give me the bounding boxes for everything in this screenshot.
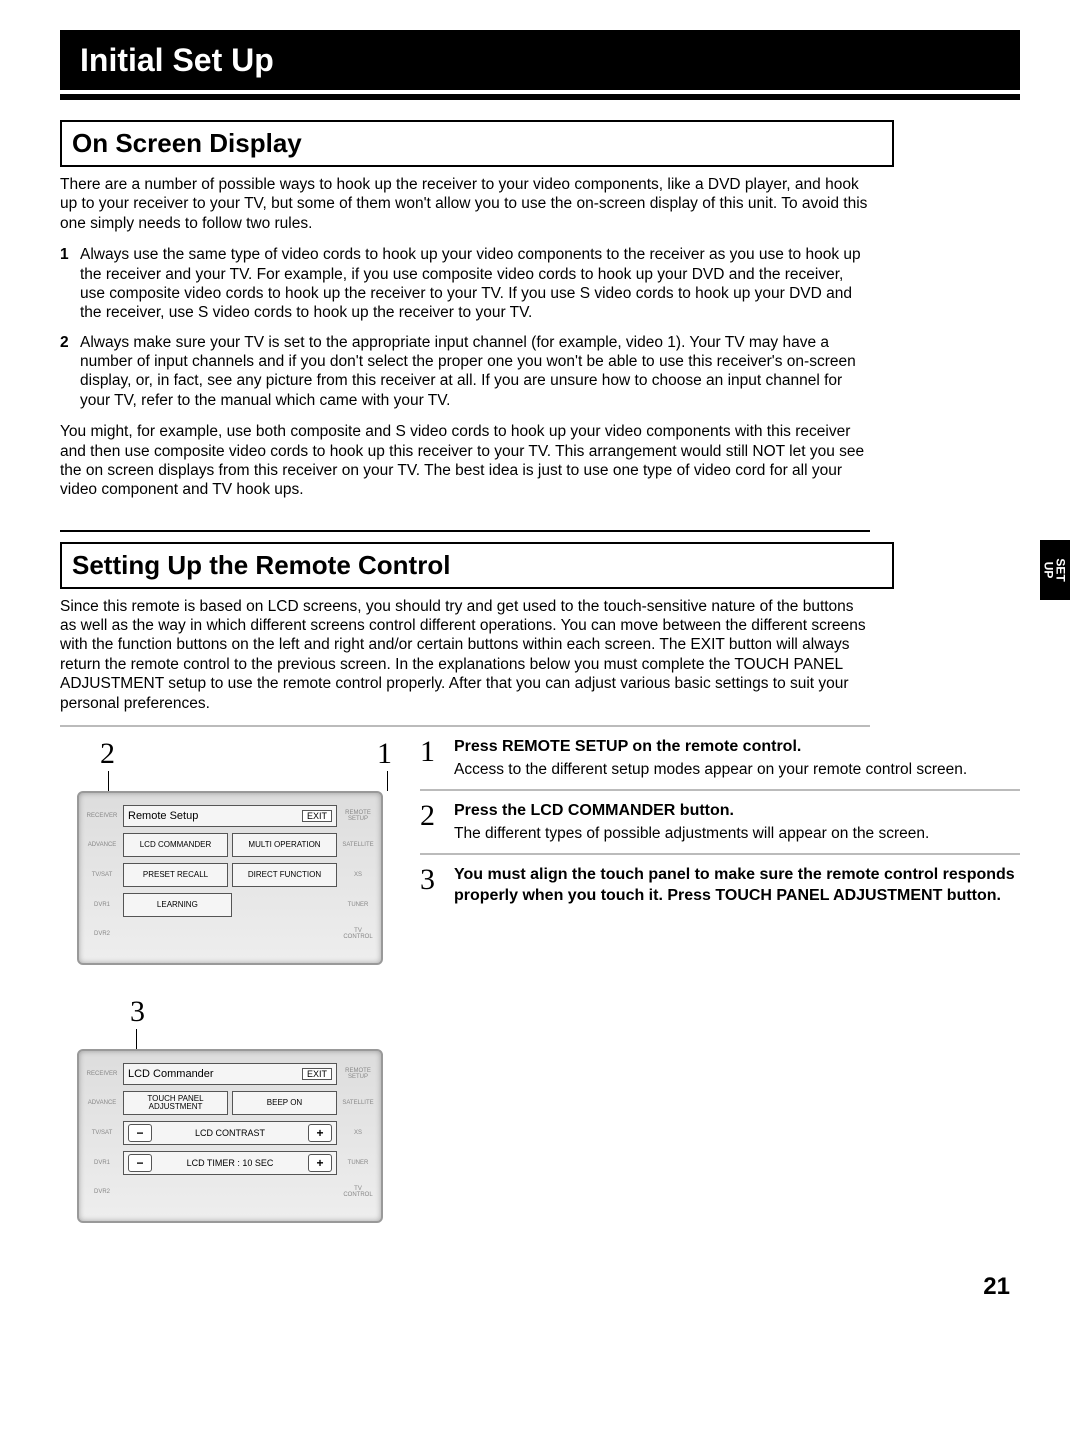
step-title: You must align the touch panel to make s…: [454, 865, 1020, 907]
page-title: Initial Set Up: [80, 42, 274, 79]
section-heading-osd: On Screen Display: [72, 128, 882, 159]
callout-numbers: 2 1: [60, 737, 400, 771]
screen-title-bar: LCD Commander EXIT: [123, 1063, 337, 1085]
osd-rules-list: 1 Always use the same type of video cord…: [60, 245, 870, 410]
step-1: 1 Press REMOTE SETUP on the remote contr…: [420, 737, 1020, 779]
callout-line: [387, 771, 388, 791]
side-label: DVR1: [85, 1152, 119, 1174]
page-number: 21: [60, 1273, 1020, 1301]
side-label: ADVANCE: [85, 834, 119, 856]
step-body: Access to the different setup modes appe…: [454, 760, 967, 779]
side-label: REMOTE SETUP: [341, 805, 375, 827]
step-number: 3: [420, 865, 442, 907]
learning-button[interactable]: LEARNING: [123, 893, 232, 917]
preset-recall-button[interactable]: PRESET RECALL: [123, 863, 228, 887]
gray-divider: [420, 853, 1020, 855]
side-label: DVR1: [85, 894, 119, 916]
plus-button[interactable]: +: [308, 1154, 332, 1172]
minus-button[interactable]: −: [128, 1154, 152, 1172]
remote-screen-setup: RECEIVER Remote Setup EXIT REMOTE SETUP …: [77, 791, 383, 965]
side-label: TV CONTROL: [341, 1181, 375, 1203]
side-label: ADVANCE: [85, 1092, 119, 1114]
callout-1: 1: [377, 737, 392, 771]
side-label: DVR2: [85, 1181, 119, 1203]
callout-3: 3: [60, 995, 400, 1029]
side-label: TV CONTROL: [341, 923, 375, 945]
osd-intro: There are a number of possible ways to h…: [60, 175, 870, 233]
section-heading-box: On Screen Display: [60, 120, 894, 167]
gray-divider: [420, 789, 1020, 791]
beep-on-button[interactable]: BEEP ON: [232, 1091, 337, 1115]
list-item: 2 Always make sure your TV is set to the…: [60, 333, 870, 411]
callout-2: 2: [100, 737, 115, 771]
screen-title: LCD Commander: [128, 1068, 214, 1080]
side-label: TUNER: [341, 894, 375, 916]
exit-button[interactable]: EXIT: [302, 810, 332, 822]
side-label: TUNER: [341, 1152, 375, 1174]
side-label: XS: [341, 1122, 375, 1144]
header-bar: Initial Set Up: [60, 30, 1020, 90]
remote-screen-lcd-commander: RECEIVER LCD Commander EXIT REMOTE SETUP…: [77, 1049, 383, 1223]
exit-button[interactable]: EXIT: [302, 1068, 332, 1080]
lcd-commander-button[interactable]: LCD COMMANDER: [123, 833, 228, 857]
direct-function-button[interactable]: DIRECT FUNCTION: [232, 863, 337, 887]
lcd-contrast-control: − LCD CONTRAST +: [123, 1121, 337, 1145]
lcd-timer-label: LCD TIMER : 10 SEC: [187, 1158, 274, 1168]
step-3: 3 You must align the touch panel to make…: [420, 865, 1020, 907]
minus-button[interactable]: −: [128, 1124, 152, 1142]
rule-text: Always use the same type of video cords …: [80, 245, 870, 323]
osd-outro: You might, for example, use both composi…: [60, 422, 870, 500]
section-divider: [60, 530, 870, 532]
side-tab-setup: SETUP: [1040, 540, 1070, 600]
side-label: XS: [341, 864, 375, 886]
rule-number: 2: [60, 333, 80, 411]
screen-title-bar: Remote Setup EXIT: [123, 805, 337, 827]
side-label: SATELLITE: [341, 1092, 375, 1114]
lcd-contrast-label: LCD CONTRAST: [195, 1128, 265, 1138]
side-label: RECEIVER: [85, 805, 119, 827]
step-title: Press the LCD COMMANDER button.: [454, 801, 929, 822]
side-label: SATELLITE: [341, 834, 375, 856]
section-heading-box: Setting Up the Remote Control: [60, 542, 894, 589]
side-label: DVR2: [85, 923, 119, 945]
callout-line: [108, 771, 109, 791]
lcd-timer-control: − LCD TIMER : 10 SEC +: [123, 1151, 337, 1175]
step-body: The different types of possible adjustme…: [454, 824, 929, 843]
side-label: REMOTE SETUP: [341, 1063, 375, 1085]
side-label: TV/SAT: [85, 1122, 119, 1144]
remote-intro: Since this remote is based on LCD screen…: [60, 597, 870, 713]
step-2: 2 Press the LCD COMMANDER button. The di…: [420, 801, 1020, 843]
header-divider: [60, 94, 1020, 100]
section-heading-remote: Setting Up the Remote Control: [72, 550, 882, 581]
gray-divider: [60, 725, 870, 727]
step-title: Press REMOTE SETUP on the remote control…: [454, 737, 967, 758]
multi-operation-button[interactable]: MULTI OPERATION: [232, 833, 337, 857]
step-number: 1: [420, 737, 442, 779]
rule-number: 1: [60, 245, 80, 323]
plus-button[interactable]: +: [308, 1124, 332, 1142]
step-number: 2: [420, 801, 442, 843]
side-label: RECEIVER: [85, 1063, 119, 1085]
touch-panel-adjustment-button[interactable]: TOUCH PANEL ADJUSTMENT: [123, 1091, 228, 1115]
list-item: 1 Always use the same type of video cord…: [60, 245, 870, 323]
callout-line: [136, 1029, 137, 1049]
screen-title: Remote Setup: [128, 810, 198, 822]
side-label: TV/SAT: [85, 864, 119, 886]
rule-text: Always make sure your TV is set to the a…: [80, 333, 870, 411]
